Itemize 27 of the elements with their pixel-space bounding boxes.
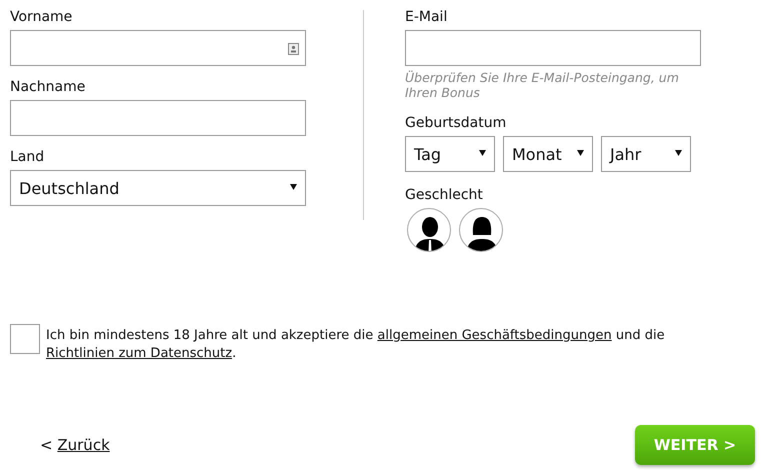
caret-icon	[290, 184, 297, 190]
input-field[interactable]	[10, 30, 306, 66]
date-select[interactable]: Monat	[503, 136, 593, 172]
date-select[interactable]: Jahr	[601, 136, 691, 172]
terms-link[interactable]: allgemeinen Geschäftsbedingungen	[377, 328, 612, 343]
contact-card-icon	[288, 43, 299, 55]
back-link[interactable]: Zurück	[57, 436, 110, 454]
terms-link[interactable]: Richtlinien zum Datenschutz	[46, 346, 232, 361]
country-select[interactable]: Deutschland	[10, 170, 306, 206]
terms-text: Ich bin mindestens 18 Jahre alt und akzeptiere die allgemeinen Geschäftsbedingungen und die Richtlinien zum Datenschutz.	[46, 327, 666, 363]
gender-option[interactable]	[407, 208, 451, 252]
date-select[interactable]: Tag	[405, 136, 495, 172]
gender-option[interactable]	[459, 208, 503, 252]
caret-icon	[479, 150, 486, 156]
caret-icon	[577, 150, 584, 156]
input-field[interactable]	[405, 30, 701, 66]
field-label: Geschlecht	[405, 186, 483, 204]
hint-text: Überprüfen Sie Ihre E-Mail-Posteingang, um Ihren Bonus	[405, 70, 680, 100]
back-text: < Zurück	[40, 436, 110, 454]
field-label: Geburtsdatum	[405, 114, 506, 132]
field-label: Vorname	[10, 8, 72, 26]
input-field[interactable]	[10, 100, 306, 136]
field-label: Land	[10, 148, 44, 166]
field-label: E-Mail	[405, 8, 448, 26]
field-label: Nachname	[10, 78, 86, 96]
checkbox[interactable]	[10, 324, 40, 354]
caret-icon	[675, 150, 682, 156]
